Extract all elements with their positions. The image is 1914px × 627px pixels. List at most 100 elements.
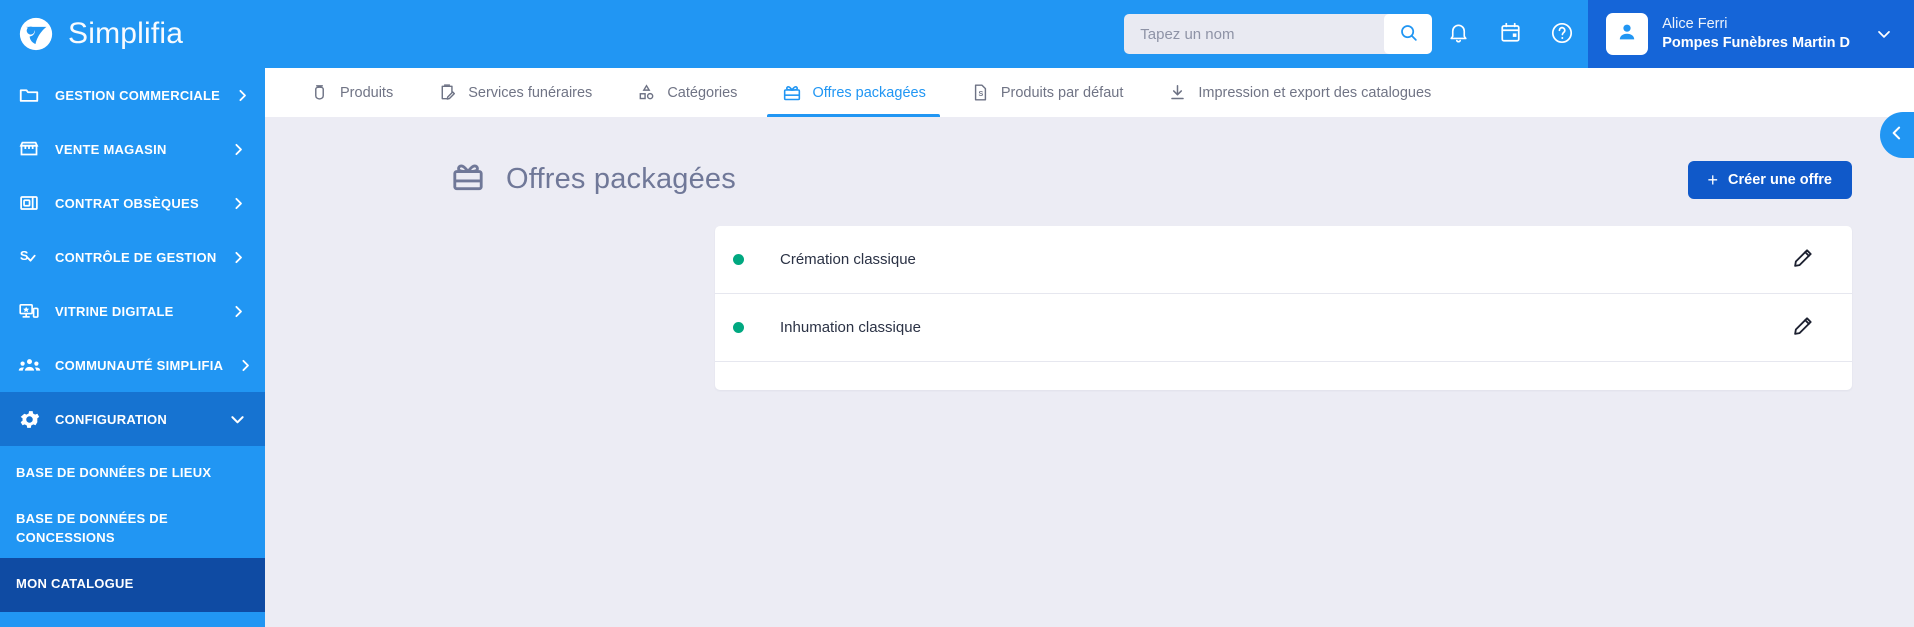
tab-services-funeraires[interactable]: Services funéraires [415, 68, 614, 117]
pencil-icon [1792, 315, 1814, 340]
edit-offer-button[interactable] [1788, 245, 1818, 275]
status-badge [733, 322, 744, 333]
user-menu[interactable]: Alice Ferri Pompes Funèbres Martin D [1588, 0, 1914, 68]
tab-label: Impression et export des catalogues [1198, 84, 1432, 101]
user-company: Pompes Funèbres Martin D [1662, 35, 1850, 51]
price-document-icon: S [970, 83, 991, 102]
sidebar-item-label: CONFIGURATION [55, 411, 168, 427]
status-badge [733, 254, 744, 265]
search-input[interactable] [1124, 14, 1385, 54]
page-title-group: Offres packagées [450, 159, 1688, 200]
content-area: Produits Services funéraires Catégories … [265, 68, 1914, 627]
help-button[interactable] [1536, 0, 1588, 68]
gift-box-icon [450, 159, 486, 200]
sidebar-item-label: VENTE MAGASIN [55, 141, 167, 157]
sidebar-subitem-mon-catalogue[interactable]: MON CATALOGUE [0, 557, 265, 612]
shapes-icon [636, 83, 657, 102]
offer-name: Inhumation classique [780, 319, 921, 336]
tab-label: Produits par défaut [1000, 84, 1124, 101]
tab-label: Services funéraires [468, 84, 593, 101]
tab-label: Offres packagées [812, 84, 926, 101]
page-header: Offres packagées + Créer une offre [265, 117, 1914, 200]
clipboard-edit-icon [437, 83, 458, 102]
chevron-right-icon [234, 87, 251, 104]
application-root: Simplifia Tapez un nom Alice Ferri Pompe… [0, 0, 1914, 627]
sidebar-item-label: COMMUNAUTÉ SIMPLIFIA [55, 357, 224, 373]
folder-icon [17, 84, 41, 106]
sidebar-item-label: VITRINE DIGITALE [55, 303, 174, 319]
urn-icon [309, 83, 330, 102]
bell-icon [1447, 21, 1470, 47]
sidebar-item-controle-de-gestion[interactable]: S CONTRÔLE DE GESTION [0, 230, 265, 284]
user-name: Alice Ferri [1662, 16, 1728, 33]
offer-name: Crémation classique [780, 251, 916, 268]
sidebar-subitem-label: BASE DE DONNÉES DE LIEUX [16, 464, 212, 480]
svg-text:S: S [978, 90, 983, 98]
sidebar-subitem-base-de-donnees-de-concessions[interactable]: BASE DE DONNÉES DE CONCESSIONS [0, 500, 265, 558]
finance-check-icon: S [17, 246, 41, 268]
contract-card-icon [17, 192, 41, 214]
offers-card: Crémation classique Inhumation classique [715, 226, 1852, 390]
tab-categories[interactable]: Catégories [614, 68, 759, 117]
tab-produits-par-defaut[interactable]: S Produits par défaut [948, 68, 1146, 117]
notifications-button[interactable] [1432, 0, 1484, 68]
sidebar-item-label: CONTRÔLE DE GESTION [55, 249, 217, 265]
table-row[interactable]: Inhumation classique [715, 294, 1852, 362]
offres-packagees-page: Offres packagées + Créer une offre Créma… [265, 117, 1914, 627]
tab-label: Produits [340, 84, 394, 101]
sidebar-item-gestion-commerciale[interactable]: GESTION COMMERCIALE [0, 68, 265, 122]
pencil-icon [1792, 247, 1814, 272]
chevron-down-icon[interactable] [1874, 24, 1894, 44]
user-details: Alice Ferri Pompes Funèbres Martin D [1662, 16, 1850, 51]
sidebar-subitem-label: BASE DE DONNÉES DE CONCESSIONS [16, 511, 168, 545]
header-spacer [265, 0, 1124, 68]
main-sidebar: GESTION COMMERCIALE VENTE MAGASIN CONTRA… [0, 68, 265, 627]
chevron-right-icon [230, 195, 247, 212]
chevron-down-icon [228, 410, 247, 429]
create-offer-label: Créer une offre [1728, 171, 1832, 188]
chevron-right-icon [230, 303, 247, 320]
table-row[interactable]: Crémation classique [715, 226, 1852, 294]
sidebar-item-configuration[interactable]: CONFIGURATION [0, 392, 265, 446]
help-circle-icon [1550, 21, 1574, 48]
tab-label: Catégories [667, 84, 738, 101]
brand-name: Simplifia [68, 17, 184, 50]
calendar-icon [1499, 21, 1522, 47]
create-offer-button[interactable]: + Créer une offre [1687, 160, 1852, 199]
search-button[interactable] [1384, 14, 1433, 54]
sidebar-item-communaute-simplifia[interactable]: COMMUNAUTÉ SIMPLIFIA [0, 338, 265, 392]
chevron-right-icon [237, 357, 254, 374]
simplifia-logo-icon [17, 15, 55, 53]
sidebar-subitem-base-de-donnees-de-lieux[interactable]: BASE DE DONNÉES DE LIEUX [0, 446, 265, 500]
sidebar-item-vente-magasin[interactable]: VENTE MAGASIN [0, 122, 265, 176]
user-avatar-icon [1615, 20, 1639, 49]
edit-offer-button[interactable] [1788, 313, 1818, 343]
chevron-right-icon [230, 249, 247, 266]
sidebar-item-vitrine-digitale[interactable]: VITRINE DIGITALE [0, 284, 265, 338]
gear-icon [17, 408, 41, 431]
download-icon [1167, 83, 1188, 102]
chevron-left-icon [1887, 123, 1907, 148]
avatar [1606, 13, 1649, 55]
sidebar-item-contrat-obseques[interactable]: CONTRAT OBSÈQUES [0, 176, 265, 230]
brand-home-link[interactable]: Simplifia [0, 0, 265, 68]
plus-icon: + [1707, 169, 1719, 190]
catalogue-tab-bar: Produits Services funéraires Catégories … [265, 68, 1914, 117]
body-region: GESTION COMMERCIALE VENTE MAGASIN CONTRA… [0, 68, 1914, 627]
tab-impression-export-catalogues[interactable]: Impression et export des catalogues [1145, 68, 1453, 117]
sidebar-subitem-label: MON CATALOGUE [16, 576, 134, 592]
chevron-right-icon [230, 141, 247, 158]
sidebar-item-label: CONTRAT OBSÈQUES [55, 195, 199, 211]
page-title: Offres packagées [506, 163, 736, 195]
tab-offres-packagees[interactable]: Offres packagées [759, 68, 947, 117]
top-header-bar: Simplifia Tapez un nom Alice Ferri Pompe… [0, 0, 1914, 68]
calendar-button[interactable] [1484, 0, 1536, 68]
gift-box-icon [781, 83, 802, 103]
card-bottom-padding [715, 362, 1852, 390]
store-icon [17, 138, 41, 160]
sidebar-item-label: GESTION COMMERCIALE [55, 87, 221, 103]
tab-produits[interactable]: Produits [287, 68, 415, 117]
people-group-icon [17, 354, 41, 377]
digital-showcase-icon [17, 300, 41, 322]
search-icon [1398, 22, 1419, 46]
